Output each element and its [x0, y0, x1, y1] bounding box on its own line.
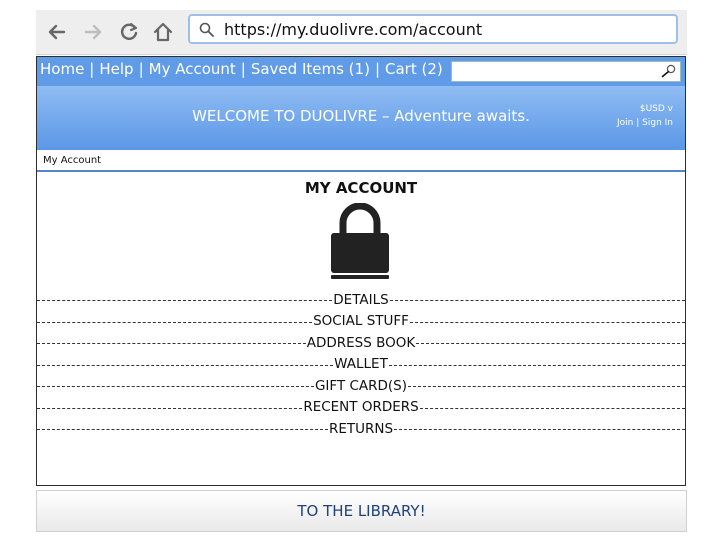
dashed-divider	[408, 386, 685, 388]
nav-separator: |	[374, 60, 380, 78]
menu-item-details[interactable]: DETAILS	[37, 289, 685, 311]
dashed-divider	[37, 343, 306, 345]
menu-item-returns[interactable]: RETURNS	[37, 418, 685, 440]
dashed-divider	[409, 321, 686, 323]
join-link[interactable]: Join	[617, 118, 633, 128]
nav-home-link[interactable]: Home	[40, 60, 84, 78]
dashed-divider	[389, 300, 685, 302]
menu-item-label[interactable]: ADDRESS BOOK	[306, 335, 417, 351]
search-icon[interactable]	[661, 64, 676, 79]
dashed-divider	[419, 407, 686, 409]
dashed-divider	[37, 407, 303, 409]
auth-links: Join | Sign In	[617, 118, 673, 128]
menu-item-wallet[interactable]: WALLET	[37, 354, 686, 376]
page-frame: Home | Help | My Account | Saved Items (1) | Car…	[36, 56, 686, 486]
menu-item-gift-cards[interactable]: GIFT CARD(S)	[37, 375, 685, 397]
dashed-divider	[394, 429, 685, 431]
nav-saved-items-link[interactable]: Saved Items (1)	[251, 60, 370, 78]
url-bar[interactable]: https://my.duolivre.com/account	[188, 14, 678, 44]
menu-item-recent-orders[interactable]: RECENT ORDERS	[37, 397, 686, 419]
library-button-label: TO THE LIBRARY!	[297, 502, 426, 520]
top-nav: Home | Help | My Account | Saved Items (1) | Car…	[37, 57, 685, 86]
arrow-right-icon	[84, 24, 102, 40]
nav-separator: |	[89, 60, 95, 78]
dashed-divider	[388, 364, 686, 366]
menu-item-label[interactable]: SOCIAL STUFF	[312, 313, 410, 329]
menu-item-label[interactable]: RETURNS	[328, 421, 394, 437]
breadcrumb-item[interactable]: My Account	[43, 155, 101, 166]
welcome-banner: WELCOME TO DUOLIVRE – Adventure awaits. …	[37, 86, 685, 150]
page-title: MY ACCOUNT	[304, 179, 418, 197]
nav-my-account-link[interactable]: My Account	[149, 60, 236, 78]
nav-help-link[interactable]: Help	[99, 60, 133, 78]
reload-button[interactable]	[116, 19, 142, 45]
back-button[interactable]	[44, 19, 70, 45]
search-icon	[199, 22, 214, 37]
forward-button[interactable]	[80, 19, 106, 45]
library-button[interactable]: TO THE LIBRARY!	[36, 490, 687, 532]
home-icon	[153, 22, 173, 42]
arrow-left-icon	[48, 24, 66, 40]
menu-item-label[interactable]: DETAILS	[332, 292, 389, 308]
reload-icon	[120, 22, 138, 40]
account-menu: DETAILS SOCIAL STUFF ADDRESS BOOK WALLET…	[37, 289, 686, 440]
url-text[interactable]: https://my.duolivre.com/account	[224, 20, 482, 39]
dashed-divider	[37, 386, 314, 388]
site-search-input[interactable]	[451, 61, 681, 82]
menu-item-label[interactable]: GIFT CARD(S)	[314, 378, 408, 394]
dashed-divider	[37, 321, 313, 323]
browser-toolbar: https://my.duolivre.com/account	[36, 10, 687, 55]
menu-item-social-stuff[interactable]: SOCIAL STUFF	[37, 311, 686, 333]
dashed-divider	[37, 429, 328, 431]
welcome-text: WELCOME TO DUOLIVRE – Adventure awaits.	[192, 107, 530, 125]
currency-selector[interactable]: $USD v	[640, 104, 673, 114]
breadcrumb: My Account	[37, 150, 685, 172]
dashed-divider	[37, 300, 333, 302]
nav-separator: |	[138, 60, 144, 78]
nav-links: Home | Help | My Account | Saved Items (1) | Car…	[40, 60, 443, 78]
menu-item-label[interactable]: RECENT ORDERS	[302, 399, 419, 415]
home-button[interactable]	[150, 19, 176, 45]
nav-cart-link[interactable]: Cart (2)	[385, 60, 443, 78]
dashed-divider	[37, 364, 334, 366]
auth-separator: |	[636, 118, 640, 128]
dashed-divider	[416, 343, 685, 345]
lock-icon	[331, 203, 389, 279]
sign-in-link[interactable]: Sign In	[642, 118, 673, 128]
nav-separator: |	[240, 60, 246, 78]
menu-item-address-book[interactable]: ADDRESS BOOK	[37, 332, 685, 354]
menu-item-label[interactable]: WALLET	[333, 356, 389, 372]
